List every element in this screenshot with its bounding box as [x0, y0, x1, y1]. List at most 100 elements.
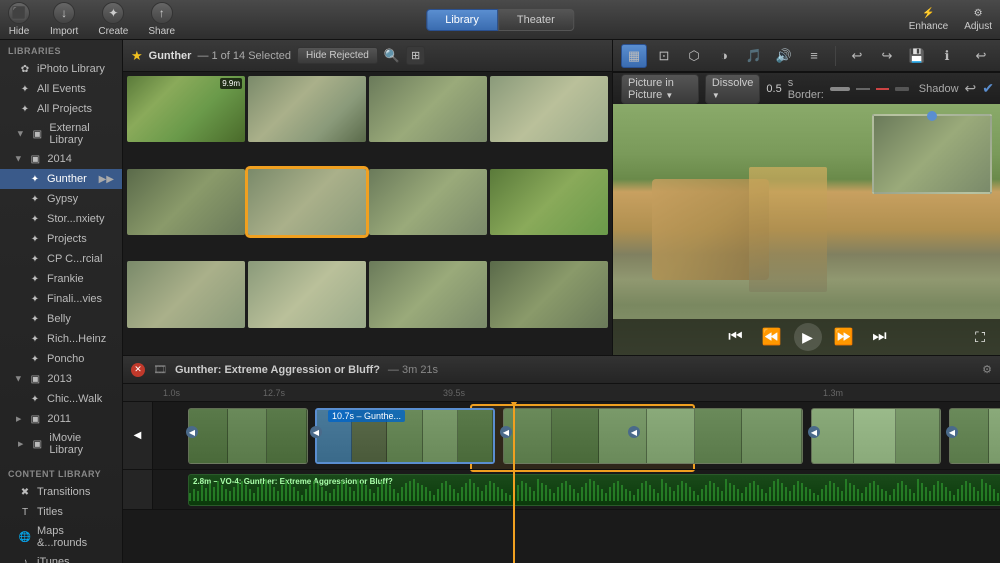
adjust-button[interactable]: ⚙ Adjust	[964, 8, 992, 32]
clip-5[interactable]	[127, 169, 245, 235]
enhance-button[interactable]: ⚡ Enhance	[909, 8, 948, 32]
video-clip-4[interactable]	[811, 408, 941, 464]
clip-2[interactable]	[248, 76, 366, 142]
preview-back-btn[interactable]: ↩	[968, 44, 994, 68]
clip-6[interactable]	[248, 169, 366, 235]
hide-rejected-button[interactable]: Hide Rejected	[297, 47, 378, 64]
sidebar-item-poncho[interactable]: ✦ Poncho	[0, 349, 122, 369]
sidebar-item-frankie[interactable]: ✦ Frankie	[0, 269, 122, 289]
sidebar-item-gypsy[interactable]: ✦ Gypsy	[0, 189, 122, 209]
pip-transition-select[interactable]: Dissolve	[705, 74, 761, 104]
audio-clip-main[interactable]: 2.8m – VO-4: Gunther: Extreme Aggression…	[188, 474, 1000, 506]
sidebar-item-rich-heinz[interactable]: ✦ Rich...Heinz	[0, 329, 122, 349]
main-area: LIBRARIES ✿ iPhoto Library ✦ All Events …	[0, 40, 1000, 563]
fullscreen-btn[interactable]: ⛶	[966, 323, 994, 351]
clip-12[interactable]	[490, 261, 608, 327]
go-to-start-btn[interactable]: ⏮	[722, 323, 750, 351]
transition-marker-3[interactable]: ◀	[500, 426, 512, 438]
step-forward-btn[interactable]: ⏩	[830, 323, 858, 351]
preview-vol-btn[interactable]: 🔊	[771, 44, 797, 68]
video-pip[interactable]	[872, 114, 992, 194]
sidebar-item-all-events[interactable]: ✦ All Events	[0, 79, 122, 99]
sidebar-item-titles[interactable]: T Titles	[0, 502, 122, 522]
clip-7[interactable]	[369, 169, 487, 235]
sidebar-item-cp-crcial[interactable]: ✦ CP C...rcial	[0, 249, 122, 269]
preview-crop-btn[interactable]: ⊡	[651, 44, 677, 68]
sidebar-item-belly[interactable]: ✦ Belly	[0, 309, 122, 329]
go-to-end-btn[interactable]: ⏭	[866, 323, 894, 351]
step-back-btn[interactable]: ⏪	[758, 323, 786, 351]
sidebar-item-2011[interactable]: ▶ ▣ 2011	[0, 409, 122, 429]
clip-4[interactable]	[490, 76, 608, 142]
transition-marker-5[interactable]: ◀	[808, 426, 820, 438]
sidebar-item-imovie-library[interactable]: ▶ ▣ iMovie Library	[0, 429, 122, 459]
pip-mode-select[interactable]: Picture in Picture	[621, 74, 699, 104]
ruler-mark-1: 1.0s	[163, 388, 180, 398]
clip-1[interactable]: 9.9m	[127, 76, 245, 142]
preview-video-area[interactable]: ⏮ ⏪ ▶ ⏩ ⏭ ⛶	[613, 104, 1000, 355]
2011-icon: ▣	[28, 412, 42, 426]
sidebar-item-maps-rounds[interactable]: 🌐 Maps &...rounds	[0, 522, 122, 552]
transition-marker-1[interactable]: ◀	[186, 426, 198, 438]
pip-line-3[interactable]	[895, 87, 909, 91]
preview-undo-btn[interactable]: ↩	[844, 44, 870, 68]
sidebar-item-stor-nxiety[interactable]: ✦ Stor...nxiety	[0, 209, 122, 229]
play-pause-btn[interactable]: ▶	[794, 323, 822, 351]
sidebar-item-chic-walk[interactable]: ✦ Chic...Walk	[0, 389, 122, 409]
sidebar-item-2014[interactable]: ▶ ▣ 2014	[0, 149, 122, 169]
video-pip-handle[interactable]	[927, 111, 937, 121]
clip-10[interactable]	[248, 261, 366, 327]
sidebar-item-transitions[interactable]: ✖ Transitions	[0, 482, 122, 502]
video-clip-5[interactable]	[949, 408, 1000, 464]
hide-button[interactable]: ⬛ Hide	[8, 2, 30, 37]
browser-view-toggle[interactable]: ⊞	[406, 46, 425, 65]
gypsy-icon: ✦	[28, 192, 42, 206]
transition-marker-6[interactable]: ◀	[946, 426, 958, 438]
imovie-library-triangle: ▶	[18, 440, 23, 448]
sidebar-item-all-projects[interactable]: ✦ All Projects	[0, 99, 122, 119]
preview-info-btn[interactable]: ℹ	[934, 44, 960, 68]
sidebar-item-finali-vies[interactable]: ✦ Finali...vies	[0, 289, 122, 309]
2013-icon: ▣	[28, 372, 42, 386]
track-video-icon[interactable]: ◀	[134, 430, 142, 441]
video-clip-1[interactable]	[188, 408, 308, 464]
preview-audio-btn[interactable]: 🎵	[741, 44, 767, 68]
browser-star-icon: ★	[131, 48, 143, 64]
tab-theater[interactable]: Theater	[498, 9, 574, 31]
timeline-magnet-icon[interactable]: ⚙	[982, 363, 992, 376]
clip-9[interactable]	[127, 261, 245, 327]
clip-8[interactable]	[490, 169, 608, 235]
pip-cancel-btn[interactable]: ↩	[965, 80, 977, 97]
sidebar-item-2013[interactable]: ▶ ▣ 2013	[0, 369, 122, 389]
preview-save-btn[interactable]: 💾	[904, 44, 930, 68]
create-button[interactable]: ✦ Create	[98, 2, 128, 37]
sidebar-item-iphoto[interactable]: ✿ iPhoto Library	[0, 59, 122, 79]
transitions-icon: ✖	[18, 485, 32, 499]
preview-eq-btn[interactable]: ≡	[801, 44, 827, 68]
itunes-icon: ♪	[18, 555, 32, 563]
share-button[interactable]: ↑ Share	[148, 2, 175, 37]
timeline-close-btn[interactable]: ✕	[131, 363, 145, 377]
video-clip-3[interactable]	[503, 408, 803, 464]
view-tabs: Library Theater	[426, 9, 574, 31]
sidebar-item-itunes[interactable]: ♪ iTunes	[0, 552, 122, 563]
pip-confirm-btn[interactable]: ✔	[982, 80, 994, 97]
clip-11[interactable]	[369, 261, 487, 327]
transition-marker-2[interactable]: ◀	[310, 426, 322, 438]
transition-marker-4[interactable]: ◀	[628, 426, 640, 438]
enhance-icon: ⚡	[922, 8, 934, 19]
import-button[interactable]: ↓ Import	[50, 2, 78, 37]
preview-redo-btn[interactable]: ↪	[874, 44, 900, 68]
pip-color-dot[interactable]	[830, 87, 850, 91]
preview-filter-btn[interactable]: ⬡	[681, 44, 707, 68]
audio-track-row: 2.8m – VO-4: Gunther: Extreme Aggression…	[123, 470, 1000, 510]
preview-color-btn[interactable]: ◑	[711, 44, 737, 68]
tab-library[interactable]: Library	[426, 9, 498, 31]
preview-mode-btn[interactable]: ▦	[621, 44, 647, 68]
sidebar-item-projects[interactable]: ✦ Projects	[0, 229, 122, 249]
clip-3[interactable]	[369, 76, 487, 142]
sidebar-item-external-library[interactable]: ▶ ▣ External Library	[0, 119, 122, 149]
video-subject2	[749, 167, 827, 293]
timeline-header: ✕ 🎞 Gunther: Extreme Aggression or Bluff…	[123, 356, 1000, 384]
sidebar-item-gunther[interactable]: ✦ Gunther ▶▶	[0, 169, 122, 189]
